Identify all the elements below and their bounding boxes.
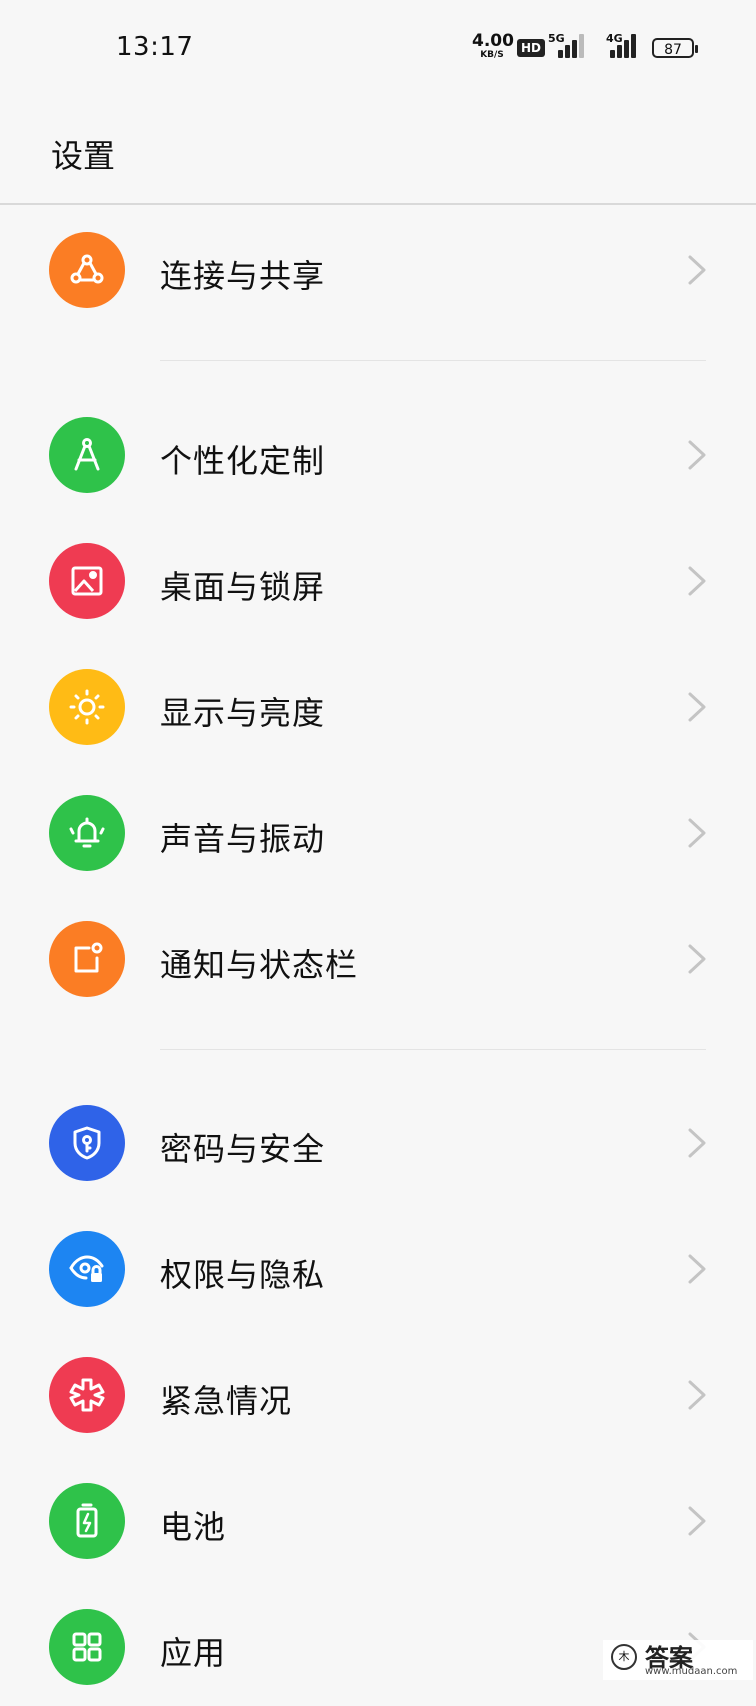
settings-item-connection-sharing[interactable]: 连接与共享 [0, 209, 756, 329]
chevron-right-icon [688, 440, 706, 470]
settings-item-label: 连接与共享 [160, 257, 326, 295]
hd-voice-badge: HD [517, 39, 545, 57]
bell-vibrate-icon [49, 795, 125, 871]
settings-item-label: 权限与隐私 [160, 1256, 326, 1294]
section-divider [160, 1049, 706, 1050]
section-divider [160, 360, 706, 361]
chevron-right-icon [688, 1380, 706, 1410]
chevron-right-icon [688, 818, 706, 848]
notification-icon [49, 921, 125, 997]
signal-4g-icon: 4G [606, 32, 644, 58]
eye-lock-icon [49, 1231, 125, 1307]
settings-item-desktop-lockscreen[interactable]: 桌面与锁屏 [0, 520, 756, 640]
chevron-right-icon [688, 566, 706, 596]
chevron-right-icon [688, 1506, 706, 1536]
settings-item-label: 密码与安全 [160, 1130, 326, 1168]
watermark-url: www.mudaan.com [645, 1666, 738, 1677]
apps-grid-icon [49, 1609, 125, 1685]
settings-item-password-security[interactable]: 密码与安全 [0, 1082, 756, 1202]
chevron-right-icon [688, 944, 706, 974]
watermark-logo: 木 [611, 1644, 637, 1670]
network-speed-unit: KB/S [480, 50, 504, 60]
emergency-asterisk-icon [49, 1357, 125, 1433]
settings-item-personalization[interactable]: 个性化定制 [0, 394, 756, 514]
settings-item-display-brightness[interactable]: 显示与亮度 [0, 646, 756, 766]
signal-5g-label: 5G [548, 32, 565, 45]
settings-item-battery[interactable]: 电池 [0, 1460, 756, 1580]
status-bar: 13:17 4.00 KB/S HD 5G 4G 87 [0, 0, 756, 96]
settings-item-label: 应用 [160, 1634, 227, 1672]
chevron-right-icon [688, 692, 706, 722]
network-speed-value: 4.00 [472, 31, 514, 51]
chevron-right-icon [688, 1128, 706, 1158]
settings-item-label: 桌面与锁屏 [160, 568, 326, 606]
page-title: 设置 [51, 137, 116, 175]
status-time: 13:17 [116, 32, 194, 62]
chevron-right-icon [688, 1254, 706, 1284]
settings-item-label: 通知与状态栏 [160, 946, 359, 984]
settings-item-label: 电池 [160, 1508, 227, 1546]
chevron-right-icon [688, 255, 706, 285]
header-divider [0, 203, 756, 205]
signal-5g-icon: 5G [548, 32, 586, 58]
settings-item-label: 声音与振动 [160, 820, 326, 858]
brightness-sun-icon [49, 669, 125, 745]
signal-4g-label: 4G [606, 32, 623, 45]
compass-icon [49, 417, 125, 493]
battery-charge-icon [49, 1483, 125, 1559]
share-network-icon [49, 232, 125, 308]
settings-item-label: 紧急情况 [160, 1382, 293, 1420]
settings-item-label: 显示与亮度 [160, 694, 326, 732]
shield-key-icon [49, 1105, 125, 1181]
network-speed: 4.00 KB/S [472, 31, 514, 60]
battery-level: 87 [664, 42, 682, 58]
wallpaper-image-icon [49, 543, 125, 619]
battery-icon: 87 [652, 38, 698, 58]
settings-item-notification-statusbar[interactable]: 通知与状态栏 [0, 898, 756, 1018]
settings-item-sound-vibration[interactable]: 声音与振动 [0, 772, 756, 892]
settings-item-emergency[interactable]: 紧急情况 [0, 1334, 756, 1454]
settings-item-label: 个性化定制 [160, 442, 326, 480]
settings-item-permission-privacy[interactable]: 权限与隐私 [0, 1208, 756, 1328]
watermark: 木 答案 www.mudaan.com [603, 1640, 753, 1680]
